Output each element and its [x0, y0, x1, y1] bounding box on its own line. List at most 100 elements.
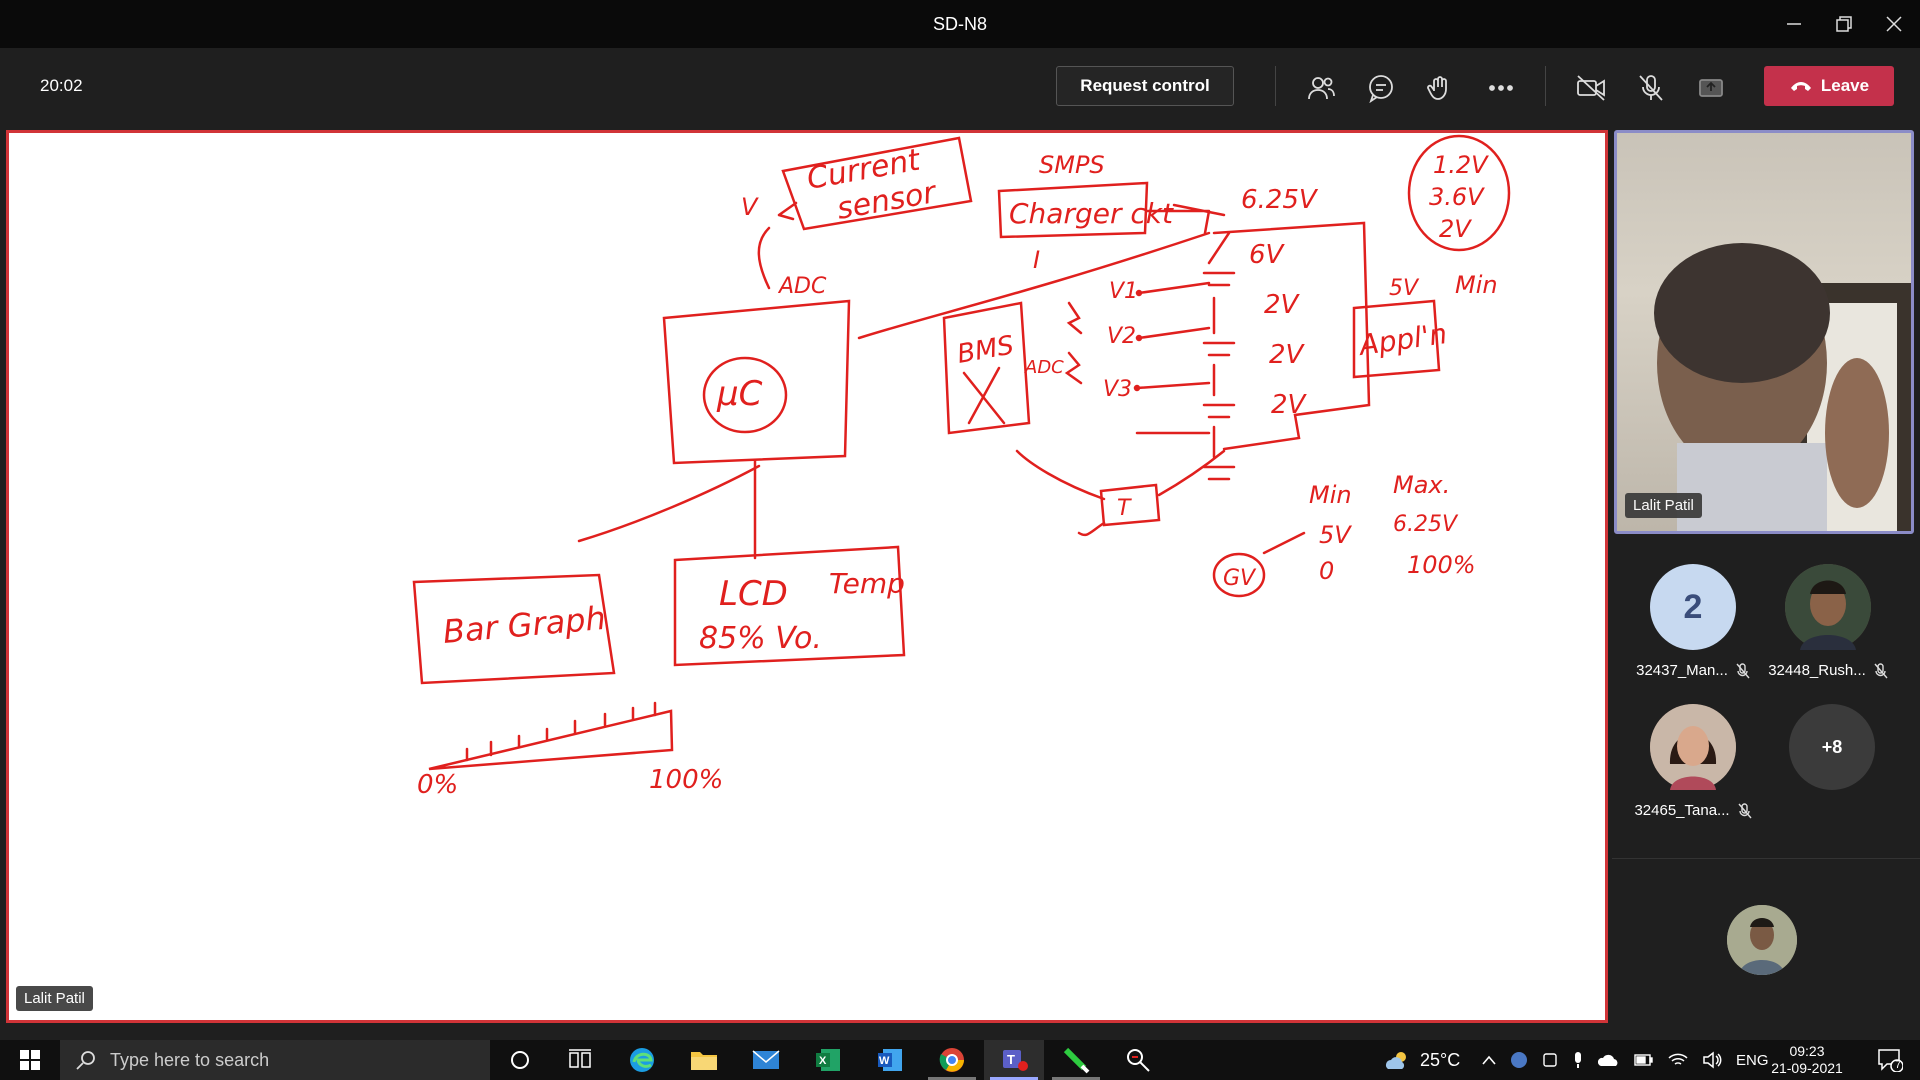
participants-button[interactable]	[1301, 68, 1341, 108]
people-icon	[1308, 77, 1335, 100]
resistors	[1064, 301, 1083, 385]
percent-max: 100%	[1407, 551, 1476, 579]
mic-off-icon	[1639, 75, 1663, 101]
start-button[interactable]	[0, 1040, 60, 1080]
chrome-app[interactable]	[922, 1040, 982, 1080]
magnifier-app[interactable]	[1108, 1040, 1168, 1080]
percent-min: 0	[1319, 557, 1334, 585]
pane-divider	[1612, 858, 1920, 859]
whiteboard-text: Current sensor V ADC µC SMPS Charger ckt…	[417, 142, 1498, 800]
voltage-label: 5V	[1389, 276, 1420, 301]
profile-photo	[1785, 564, 1871, 650]
onedrive-icon[interactable]	[1598, 1053, 1620, 1067]
teams-app[interactable]: T	[984, 1040, 1044, 1080]
meeting-toolbar: 20:02 Request control Leave	[0, 48, 1920, 128]
voltage-label: 6.25V	[1241, 185, 1319, 215]
more-icon	[1489, 85, 1513, 91]
self-avatar[interactable]	[1727, 905, 1797, 975]
share-tray-icon	[1699, 79, 1723, 97]
arrow	[777, 201, 798, 221]
vpn-icon[interactable]	[1510, 1051, 1528, 1069]
connector-lines	[577, 459, 761, 560]
svg-text:T: T	[1007, 1052, 1015, 1067]
t-label: T	[1117, 496, 1132, 521]
folder-icon	[691, 1052, 717, 1070]
pen-app[interactable]	[1046, 1040, 1106, 1080]
more-participants-button[interactable]: +8	[1767, 704, 1897, 790]
volume-icon[interactable]	[1702, 1051, 1722, 1069]
share-content-button[interactable]	[1691, 68, 1731, 108]
participant-name-text: 32448_Rush...	[1768, 662, 1866, 679]
battery-voltage: 1.2V	[1433, 151, 1489, 179]
chrome-icon	[939, 1048, 964, 1072]
shared-screen: Current sensor V ADC µC SMPS Charger ckt…	[6, 130, 1608, 1023]
more-options-button[interactable]	[1481, 68, 1521, 108]
cloud-sun-icon	[1386, 1052, 1406, 1069]
cortana-icon	[511, 1051, 529, 1069]
appln-label: Appl'n	[1355, 317, 1449, 362]
charger-label: Charger ckt	[1009, 197, 1174, 230]
participant-tile[interactable]: 32465_Tana...	[1628, 704, 1758, 819]
profile-photo	[1727, 905, 1797, 975]
leave-button[interactable]: Leave	[1764, 66, 1894, 106]
notifications-button[interactable]: 7	[1860, 1040, 1920, 1080]
raise-hand-icon	[1427, 76, 1447, 100]
search-icon	[76, 1051, 95, 1070]
participant-tile[interactable]: 32448_Rush...	[1763, 564, 1893, 679]
bms-box	[942, 301, 1031, 435]
mail-app[interactable]	[736, 1040, 796, 1080]
gv-label: GV	[1223, 566, 1257, 591]
adc-label: ADC	[777, 274, 827, 299]
task-view-icon	[569, 1049, 591, 1068]
edge-app[interactable]	[612, 1040, 672, 1080]
mic-toggle-button[interactable]	[1631, 68, 1671, 108]
lcd-values: 85% Vo.	[699, 621, 822, 656]
teams-icon: T	[1003, 1050, 1028, 1071]
word-app[interactable]: W	[860, 1040, 920, 1080]
tap-wires	[1135, 281, 1211, 435]
camera-icon[interactable]	[1542, 1051, 1558, 1069]
weather-temp: 25°C	[1420, 1049, 1461, 1070]
cortana-button[interactable]	[490, 1040, 550, 1080]
camera-toggle-button[interactable]	[1571, 68, 1611, 108]
close-button[interactable]	[1864, 0, 1920, 48]
bms-cross	[962, 366, 1006, 425]
voltage-label: 6V	[1249, 240, 1286, 270]
excel-app[interactable]: X	[798, 1040, 858, 1080]
chevron-up-icon[interactable]	[1482, 1055, 1496, 1065]
wifi-icon[interactable]	[1668, 1051, 1688, 1069]
participant-tile[interactable]: 2 32437_Man...	[1628, 564, 1758, 679]
temp-label: Temp	[829, 567, 905, 600]
taskbar-search[interactable]: Type here to search	[60, 1040, 490, 1080]
mail-icon	[752, 1050, 780, 1069]
battery-cells	[1202, 231, 1236, 481]
battery-voltage: 3.6V	[1429, 183, 1485, 211]
whiteboard-drawing: Current sensor V ADC µC SMPS Charger ckt…	[412, 134, 1511, 800]
mic-off-icon	[1874, 662, 1888, 678]
participant-name: 32437_Man...	[1628, 662, 1758, 679]
speaker-video-tile[interactable]: Lalit Patil	[1614, 130, 1914, 534]
avatar	[1650, 704, 1736, 790]
battery-voltage: 2V	[1439, 215, 1472, 243]
bms-label: BMS	[955, 330, 1016, 369]
meeting-timer: 20:02	[40, 76, 83, 95]
battery-icon[interactable]	[1634, 1053, 1654, 1067]
cell-voltage: 2V	[1269, 340, 1306, 370]
smps-label: SMPS	[1039, 151, 1105, 179]
scale-start: 0%	[417, 770, 458, 800]
chat-button[interactable]	[1361, 68, 1401, 108]
file-explorer-app[interactable]	[674, 1040, 734, 1080]
profile-photo	[1650, 704, 1736, 790]
request-control-button[interactable]: Request control	[1056, 66, 1234, 106]
microphone-icon[interactable]	[1572, 1051, 1584, 1069]
weather-widget[interactable]: 25°C	[1384, 1040, 1460, 1080]
taskbar-clock[interactable]: 09:23 21-09-2021	[1762, 1043, 1852, 1077]
whiteboard-ink	[412, 134, 1511, 771]
reactions-button[interactable]	[1421, 68, 1461, 108]
restore-icon	[1836, 16, 1852, 32]
v-label: V	[741, 193, 759, 221]
scale-ticks	[465, 701, 657, 762]
task-view-button[interactable]	[550, 1040, 610, 1080]
participant-name: 32465_Tana...	[1628, 802, 1758, 819]
uc-label: µC	[716, 374, 763, 414]
